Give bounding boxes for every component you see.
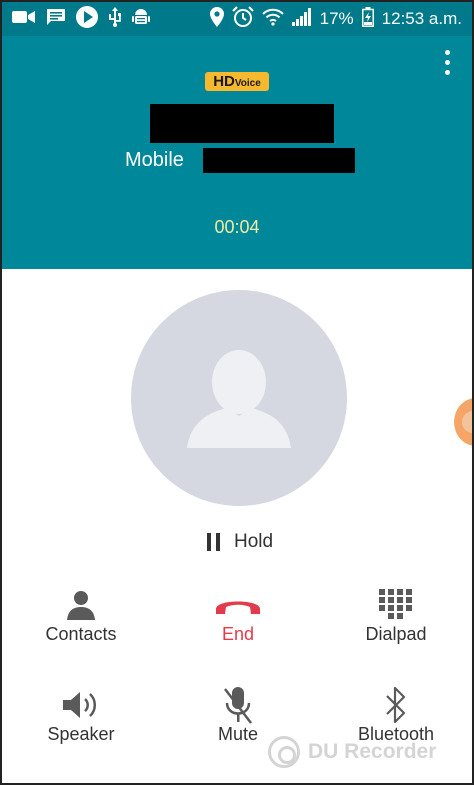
mute-mic-icon — [173, 686, 303, 724]
dialpad-icon — [331, 586, 461, 624]
clock: 12:53 a.m. — [381, 9, 462, 28]
du-recorder-watermark: DU Recorder — [268, 735, 436, 769]
dialpad-button[interactable]: Dialpad — [331, 586, 461, 658]
location-icon — [209, 6, 224, 32]
watermark-text: DU Recorder — [308, 740, 437, 763]
status-bar-notifications — [12, 5, 150, 33]
number-type-label: Mobile — [125, 149, 184, 171]
signal-icon — [291, 7, 312, 31]
end-call-icon — [173, 586, 303, 624]
wifi-icon — [261, 8, 284, 31]
speaker-icon — [16, 686, 146, 724]
hold-button[interactable]: Hold — [207, 528, 273, 556]
call-header: HDVoice Mobile 00:04 — [2, 36, 472, 269]
battery-icon — [361, 6, 374, 32]
status-bar-system: 17% 12:53 a.m. — [209, 5, 462, 33]
video-call-icon — [12, 9, 36, 30]
usb-icon — [108, 6, 122, 32]
hold-label: Hold — [234, 531, 274, 552]
caller-avatar — [131, 290, 347, 506]
hd-badge-sub: Voice — [234, 78, 261, 89]
contacts-button[interactable]: Contacts — [16, 586, 146, 658]
pause-icon — [207, 533, 220, 551]
call-duration: 00:04 — [214, 217, 260, 237]
bluetooth-icon — [331, 686, 461, 724]
end-label: End — [221, 624, 255, 644]
play-icon — [76, 5, 98, 33]
status-bar: 17% 12:53 a.m. — [2, 2, 472, 36]
person-silhouette-icon — [187, 350, 291, 448]
caller-name-redacted — [150, 104, 334, 143]
du-recorder-logo-icon — [268, 736, 300, 768]
edge-panel-handle[interactable] — [454, 398, 472, 446]
call-screen: 17% 12:53 a.m. HDVoice Mobile 00:04 Hold — [0, 0, 474, 785]
hd-badge-main: HD — [213, 73, 235, 90]
phone-number-redacted — [203, 148, 355, 173]
speaker-button[interactable]: Speaker — [16, 686, 146, 758]
alarm-icon — [231, 5, 254, 33]
android-debug-icon — [132, 8, 150, 31]
contact-person-icon — [16, 586, 146, 624]
dialpad-label: Dialpad — [365, 624, 427, 644]
more-options-icon[interactable] — [442, 50, 452, 78]
contacts-label: Contacts — [45, 624, 117, 644]
end-call-button[interactable]: End — [173, 586, 303, 658]
speaker-label: Speaker — [47, 724, 115, 744]
hd-voice-badge: HDVoice — [205, 72, 269, 91]
message-icon — [46, 8, 66, 31]
battery-percent: 17% — [319, 9, 354, 28]
